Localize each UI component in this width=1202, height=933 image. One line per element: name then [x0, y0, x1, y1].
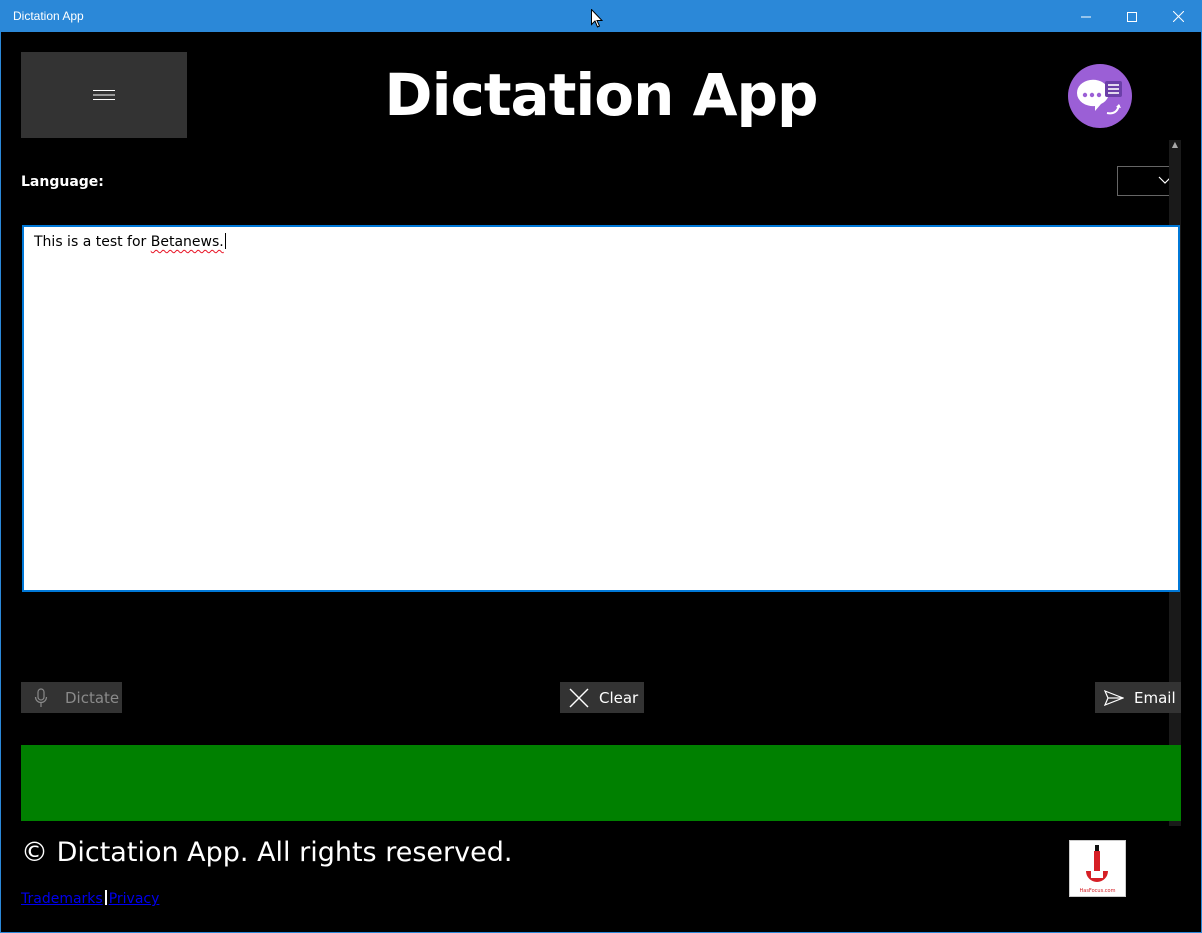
close-icon: [1172, 11, 1184, 22]
wrench-logo-icon: HasFocus.com: [1080, 845, 1116, 894]
app-title: Dictation App: [384, 61, 818, 129]
speech-bubble-logo-icon: [1068, 64, 1132, 128]
maximize-icon: [1127, 11, 1137, 22]
hasfocus-badge[interactable]: HasFocus.com: [1069, 840, 1126, 897]
dictate-button[interactable]: Dictate: [21, 682, 122, 713]
hamburger-menu-icon: [93, 90, 115, 100]
clear-label: Clear: [599, 688, 639, 707]
close-x-icon: [560, 688, 598, 708]
mouse-cursor-icon: [591, 9, 603, 28]
copyright-text: © Dictation App. All rights reserved.: [21, 837, 513, 868]
dictation-textarea[interactable]: This is a test for Betanews.: [22, 225, 1180, 592]
text-caret: [224, 233, 226, 249]
misspelled-word[interactable]: Betanews.: [151, 234, 224, 250]
maximize-button[interactable]: [1109, 1, 1155, 32]
scroll-up-arrow-icon[interactable]: ▲: [1169, 140, 1181, 152]
clear-button[interactable]: Clear: [560, 682, 644, 713]
trademarks-link[interactable]: Trademarks: [21, 891, 103, 907]
send-icon: [1095, 689, 1133, 706]
dictation-text-before: This is a test for: [34, 234, 151, 250]
link-separator: [104, 890, 107, 905]
status-bar: [21, 745, 1181, 821]
close-button[interactable]: [1155, 1, 1201, 32]
microphone-icon: [21, 687, 61, 708]
badge-caption: HasFocus.com: [1080, 888, 1116, 894]
minimize-icon: [1081, 16, 1091, 17]
dictation-text: This is a test for Betanews.: [34, 233, 226, 250]
window-title: Dictation App: [13, 9, 84, 23]
footer-links: Trademarks Privacy: [21, 890, 159, 907]
hamburger-menu-button[interactable]: [21, 52, 187, 138]
minimize-button[interactable]: [1063, 1, 1109, 32]
email-label: Email: [1134, 688, 1176, 707]
email-button[interactable]: Email: [1095, 682, 1181, 713]
app-window: Dictation App Dictation App Language: ▲ …: [0, 0, 1202, 933]
dictate-label: Dictate: [65, 688, 120, 707]
privacy-link[interactable]: Privacy: [109, 891, 160, 907]
language-label: Language:: [21, 174, 104, 190]
